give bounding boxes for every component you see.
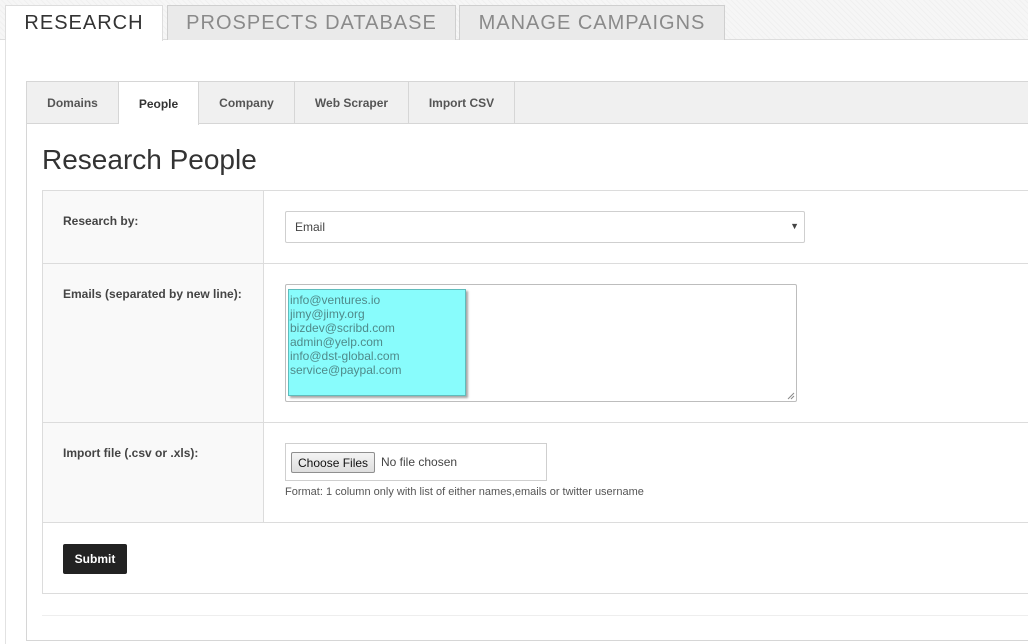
research-by-label: Research by: xyxy=(63,214,139,228)
choose-files-button[interactable]: Choose Files xyxy=(291,452,376,473)
email-line: bizdev@scribd.com xyxy=(290,321,395,335)
file-input[interactable]: Choose Files No file chosen xyxy=(285,443,547,481)
emails-textarea[interactable]: info@ventures.io jimy@jimy.org bizdev@sc… xyxy=(285,284,797,402)
import-file-label: Import file (.csv or .xls): xyxy=(63,446,199,460)
tab-prospects-database[interactable]: PROSPECTS DATABASE xyxy=(167,5,456,40)
submit-row: Submit xyxy=(43,523,1028,594)
research-panel: Domains People Company Web Scraper Impor… xyxy=(5,40,1028,644)
tab-domains[interactable]: Domains xyxy=(27,82,119,124)
research-by-select[interactable]: Email ▼ xyxy=(285,211,805,243)
file-format-help: Format: 1 column only with list of eithe… xyxy=(285,486,644,498)
tab-manage-campaigns[interactable]: MANAGE CAMPAIGNS xyxy=(459,5,725,40)
submit-button[interactable]: Submit xyxy=(63,544,127,574)
sub-tab-bar: Domains People Company Web Scraper Impor… xyxy=(27,82,1028,125)
top-tab-bar: RESEARCH PROSPECTS DATABASE MANAGE CAMPA… xyxy=(0,0,1028,41)
chevron-down-icon: ▼ xyxy=(790,221,799,231)
tab-people[interactable]: People xyxy=(119,82,199,125)
email-line: admin@yelp.com xyxy=(290,335,383,349)
import-file-row: Import file (.csv or .xls): Choose Files… xyxy=(43,423,1028,523)
emails-label: Emails (separated by new line): xyxy=(63,287,242,301)
email-line: service@paypal.com xyxy=(290,363,402,377)
emails-row: Emails (separated by new line): info@ven… xyxy=(43,264,1028,423)
email-line: jimy@jimy.org xyxy=(290,307,365,321)
research-form: Research by: Email ▼ Emails (separated b… xyxy=(42,190,1028,594)
email-line: info@dst-global.com xyxy=(290,349,400,363)
divider xyxy=(42,615,1028,616)
label-cell: Import file (.csv or .xls): xyxy=(43,423,264,522)
tab-company[interactable]: Company xyxy=(199,82,295,124)
research-by-selected-value: Email xyxy=(295,220,326,234)
tab-import-csv[interactable]: Import CSV xyxy=(409,82,515,124)
page-title: Research People xyxy=(42,144,257,175)
file-status: No file chosen xyxy=(381,455,458,469)
label-cell: Emails (separated by new line): xyxy=(43,264,264,422)
people-research-container: Domains People Company Web Scraper Impor… xyxy=(26,81,1028,641)
tab-research[interactable]: RESEARCH xyxy=(5,5,163,41)
tab-web-scraper[interactable]: Web Scraper xyxy=(295,82,409,124)
email-line: info@ventures.io xyxy=(290,293,381,307)
resize-handle-icon[interactable] xyxy=(787,392,795,400)
research-by-row: Research by: Email ▼ xyxy=(43,191,1028,264)
label-cell: Research by: xyxy=(43,191,264,263)
